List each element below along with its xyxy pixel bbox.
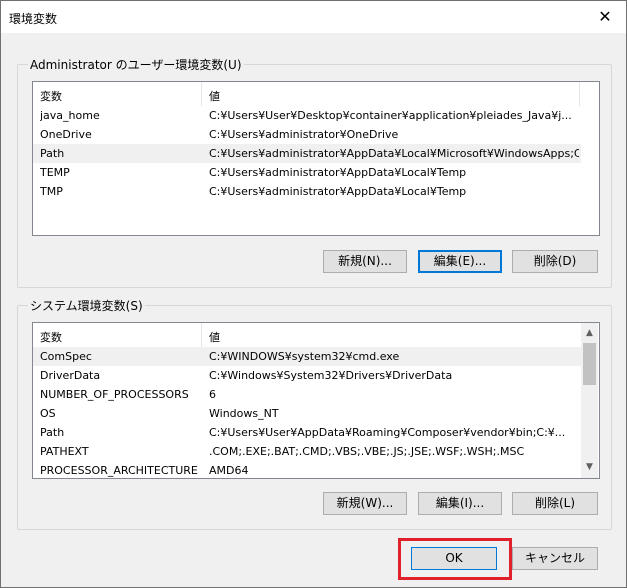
variable-value: 6 [209,388,216,401]
user-variables-list[interactable]: 変数 値 java_home C:¥Users¥User¥Desktop¥cont… [32,81,600,236]
user-edit-button[interactable]: 編集(E)... [418,250,502,273]
column-header-variable[interactable]: 変数 [40,88,62,104]
user-variables-group-label: Administrator のユーザー環境変数(U) [28,58,244,72]
system-list-header: 変数 値 [33,323,581,347]
title-bar: 環境変数 ✕ [1,1,626,33]
variable-value: C:¥Users¥User¥AppData¥Roaming¥Composer¥v… [209,426,566,439]
variable-value: C:¥Users¥administrator¥OneDrive [209,128,399,141]
variable-value: C:¥Users¥administrator¥AppData¥Local¥Mic… [209,147,579,160]
variable-name: ComSpec [40,350,92,363]
list-item[interactable]: java_home C:¥Users¥User¥Desktop¥container… [33,106,581,125]
close-icon[interactable]: ✕ [594,6,616,28]
column-separator[interactable] [201,323,202,347]
scroll-down-icon[interactable]: ▼ [581,459,598,476]
list-item[interactable]: PATHEXT .COM;.EXE;.BAT;.CMD;.VBS;.VBE;.JS… [33,442,581,461]
system-variables-list[interactable]: 変数 値 ComSpec C:¥WINDOWS¥system32¥cmd.exe D… [32,322,600,479]
column-header-value[interactable]: 値 [209,329,220,345]
list-item[interactable]: PROCESSOR_ARCHITECTURE AMD64 [33,461,581,478]
list-item[interactable]: Path C:¥Users¥User¥AppData¥Roaming¥Compos… [33,423,581,442]
list-item[interactable]: Path C:¥Users¥administrator¥AppData¥Local… [33,144,581,163]
list-item[interactable]: OneDrive C:¥Users¥administrator¥OneDrive [33,125,581,144]
environment-variables-dialog: 環境変数 ✕ Administrator のユーザー環境変数(U) 変数 値 j… [0,0,627,588]
system-variables-group-label: システム環境変数(S) [28,299,145,313]
column-separator[interactable] [579,82,580,106]
list-item[interactable]: NUMBER_OF_PROCESSORS 6 [33,385,581,404]
variable-name: Path [40,147,65,160]
variable-value: C:¥Users¥administrator¥AppData¥Local¥Tem… [209,185,467,198]
system-new-button[interactable]: 新規(W)... [323,492,407,515]
variable-value: AMD64 [209,464,249,477]
highlight-annotation [398,538,512,580]
variable-name: DriverData [40,369,101,382]
cancel-button[interactable]: キャンセル [512,547,598,570]
variable-name: NUMBER_OF_PROCESSORS [40,388,189,401]
variable-value: .COM;.EXE;.BAT;.CMD;.VBS;.VBE;.JS;.JSE;.… [209,445,525,458]
variable-name: TEMP [40,166,70,179]
list-item[interactable]: DriverData C:¥Windows¥System32¥Drivers¥Dr… [33,366,581,385]
variable-value: Windows_NT [209,407,279,420]
list-item[interactable]: TEMP C:¥Users¥administrator¥AppData¥Local… [33,163,581,182]
variable-value: C:¥Windows¥System32¥Drivers¥DriverData [209,369,453,382]
variable-value: C:¥Users¥administrator¥AppData¥Local¥Tem… [209,166,467,179]
variable-name: TMP [40,185,63,198]
variable-name: OneDrive [40,128,92,141]
variable-value: C:¥WINDOWS¥system32¥cmd.exe [209,350,400,363]
variable-name: OS [40,407,56,420]
column-header-variable[interactable]: 変数 [40,329,62,345]
user-new-button[interactable]: 新規(N)... [323,250,407,273]
variable-name: PATHEXT [40,445,89,458]
window-title: 環境変数 [9,12,58,26]
variable-name: java_home [40,109,100,122]
column-header-value[interactable]: 値 [209,88,220,104]
system-list-scrollbar[interactable]: ▲ ▼ [581,323,598,478]
variable-name: PROCESSOR_ARCHITECTURE [40,464,198,477]
user-delete-button[interactable]: 削除(D) [512,250,598,273]
scrollbar-thumb[interactable] [583,343,596,385]
list-item[interactable]: OS Windows_NT [33,404,581,423]
system-edit-button[interactable]: 編集(I)... [418,492,502,515]
list-item[interactable]: TMP C:¥Users¥administrator¥AppData¥Local¥… [33,182,581,201]
system-delete-button[interactable]: 削除(L) [512,492,598,515]
list-item[interactable]: ComSpec C:¥WINDOWS¥system32¥cmd.exe [33,347,581,366]
variable-value: C:¥Users¥User¥Desktop¥container¥applicat… [209,109,572,122]
variable-name: Path [40,426,65,439]
scroll-up-icon[interactable]: ▲ [581,325,598,342]
user-list-header: 変数 値 [33,82,599,106]
column-separator[interactable] [201,82,202,106]
